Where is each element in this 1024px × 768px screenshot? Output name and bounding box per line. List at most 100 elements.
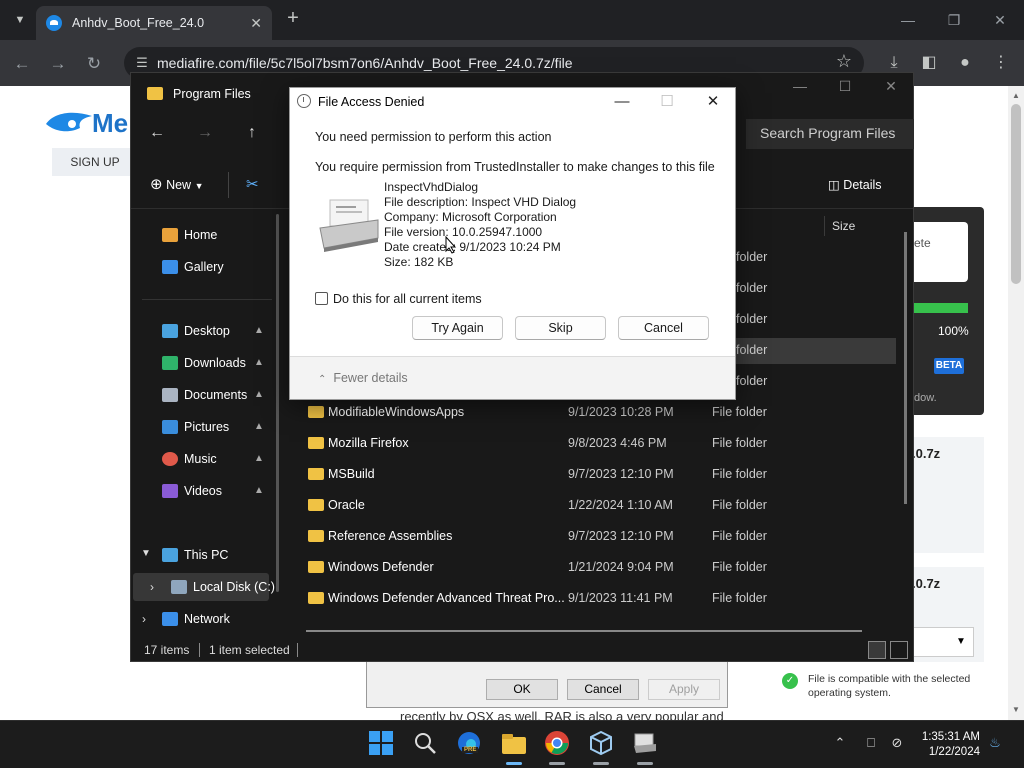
new-tab-plus-icon[interactable]: + [282, 8, 304, 30]
bookmark-star-icon[interactable]: ☆ [834, 51, 854, 73]
nav-item-gallery[interactable]: Gallery [162, 255, 224, 279]
partial-type-cell[interactable]: folder [736, 312, 767, 326]
file-row[interactable]: MSBuild 9/7/2023 12:10 PM File folder [306, 460, 896, 490]
explorer-back-icon[interactable]: ← [145, 124, 169, 144]
pin-icon[interactable]: ▲ [254, 421, 264, 432]
folder-icon [308, 561, 324, 573]
url-text[interactable]: mediafire.com/file/5c7l5ol7bsm7on6/Anhdv… [157, 55, 573, 71]
tiles-view-icon[interactable] [890, 641, 908, 659]
installer-app-icon[interactable] [632, 730, 660, 758]
site-info-icon[interactable]: ☰ [134, 55, 150, 71]
file-explorer-taskbar-icon[interactable] [500, 730, 528, 758]
nav-item-this-pc[interactable]: This PC [162, 543, 228, 567]
dialog-minimize-icon[interactable]: — [607, 92, 637, 112]
pin-icon[interactable]: ▲ [254, 389, 264, 400]
scroll-down-icon[interactable]: ▼ [1008, 702, 1024, 718]
explorer-close-icon[interactable]: ✕ [876, 76, 906, 96]
scroll-up-icon[interactable]: ▲ [1008, 88, 1024, 104]
restore-icon[interactable]: ❐ [940, 8, 968, 32]
checkbox-label[interactable]: Do this for all current items [333, 292, 482, 306]
partial-type-cell[interactable]: folder [736, 374, 767, 388]
virtualbox-icon[interactable] [588, 730, 616, 758]
explorer-forward-icon[interactable]: → [193, 124, 217, 144]
column-header-size[interactable]: Size [832, 219, 855, 233]
edge-browser-icon[interactable] [456, 730, 484, 758]
nav-pane-scrollbar[interactable] [276, 214, 279, 592]
tab-close-icon[interactable]: ✕ [250, 15, 262, 32]
signup-button[interactable]: SIGN UP [52, 148, 138, 176]
nav-item-downloads[interactable]: Downloads [162, 351, 246, 375]
file-row[interactable]: ModifiableWindowsApps 9/1/2023 10:28 PM Fi… [306, 398, 896, 428]
nav-item-pictures[interactable]: Pictures [162, 415, 229, 439]
page-scrollbar-thumb[interactable] [1011, 104, 1021, 284]
pin-icon[interactable]: ▲ [254, 485, 264, 496]
search-icon[interactable] [412, 730, 440, 758]
windows-start-icon[interactable] [368, 730, 396, 758]
file-row[interactable]: Windows Defender 1/21/2024 9:04 PM File fo… [306, 553, 896, 583]
file-description-text: File description: Inspect VHD Dialog [384, 195, 577, 209]
back-arrow-icon[interactable]: ← [10, 52, 34, 76]
try-again-button[interactable]: Try Again [412, 316, 503, 340]
file-row[interactable]: Mozilla Firefox 9/8/2023 4:46 PM File fold… [306, 429, 896, 459]
expand-chevron-right-icon[interactable]: › [142, 612, 146, 626]
new-button[interactable]: ⊕ New ▼ [150, 175, 203, 193]
file-row[interactable]: Windows Defender Advanced Threat Pro... 9… [306, 584, 896, 614]
file-row[interactable]: Oracle 1/22/2024 1:10 AM File folder [306, 491, 896, 521]
nav-item-desktop[interactable]: Desktop [162, 319, 230, 343]
download-icon[interactable]: ⤓ [883, 52, 905, 74]
dialog-maximize-icon[interactable]: ☐ [652, 92, 682, 112]
nav-item-music[interactable]: Music [162, 447, 217, 471]
system-clock[interactable]: 1:35:31 AM 1/22/2024 [890, 730, 980, 760]
partial-type-cell[interactable]: folder [736, 281, 767, 295]
props-cancel-button[interactable]: Cancel [567, 679, 639, 700]
profile-icon[interactable]: ● [954, 52, 976, 74]
pin-icon[interactable]: ▲ [254, 357, 264, 368]
explorer-search-input[interactable]: Search Program Files [746, 119, 914, 149]
file-row[interactable]: Reference Assemblies 9/7/2023 12:10 PM Fil… [306, 522, 896, 552]
expand-chevron-down-icon[interactable]: ▼ [141, 548, 151, 559]
nav-item-network[interactable]: Network [162, 607, 230, 631]
forward-arrow-icon[interactable]: → [46, 52, 70, 76]
skip-button[interactable]: Skip [515, 316, 606, 340]
cancel-button[interactable]: Cancel [618, 316, 709, 340]
edge-pre-badge: PRE [462, 747, 479, 753]
dialog-close-icon[interactable]: ✕ [698, 92, 728, 112]
close-window-icon[interactable]: ✕ [986, 8, 1014, 32]
props-apply-button[interactable]: Apply [648, 679, 720, 700]
pin-icon[interactable]: ▲ [254, 325, 264, 336]
tab-search-chevron-icon[interactable]: ▼ [8, 8, 32, 32]
network-tray-icon[interactable]: ⎕ [862, 735, 880, 753]
nav-item-local-disk[interactable]: Local Disk (C:) [171, 575, 275, 599]
scissors-icon[interactable]: ✂ [246, 175, 259, 193]
horizontal-scrollbar[interactable] [306, 630, 862, 632]
reload-icon[interactable]: ↻ [82, 52, 106, 76]
explorer-maximize-icon[interactable]: ☐ [830, 76, 860, 96]
status-selected: 1 item selected [209, 643, 290, 657]
nav-item-videos[interactable]: Videos [162, 479, 222, 503]
partial-type-cell[interactable]: folder [736, 343, 767, 357]
active-app-indicator [637, 762, 653, 765]
fewer-details-toggle[interactable]: ⌃ Fewer details [318, 371, 408, 385]
dropdown-caret-icon[interactable]: ▼ [956, 636, 966, 647]
gallery-icon [162, 260, 178, 274]
vertical-scrollbar[interactable] [904, 232, 907, 504]
partial-type-cell[interactable]: folder [736, 250, 767, 264]
props-ok-button[interactable]: OK [486, 679, 558, 700]
pin-icon[interactable]: ▲ [254, 453, 264, 464]
minimize-icon[interactable]: — [894, 8, 922, 32]
explorer-up-icon[interactable]: ↑ [240, 124, 264, 144]
tray-chevron-up-icon[interactable]: ⌃ [831, 735, 849, 753]
all-items-checkbox[interactable] [315, 292, 328, 305]
folder-icon [308, 406, 324, 418]
details-button[interactable]: ◫ Details [828, 177, 882, 192]
menu-kebab-icon[interactable]: ⋮ [990, 52, 1012, 74]
expand-chevron-right-icon[interactable]: › [150, 580, 154, 594]
nav-item-documents[interactable]: Documents [162, 383, 247, 407]
nav-item-home[interactable]: Home [162, 223, 217, 247]
details-view-icon[interactable] [868, 641, 886, 659]
side-panel-icon[interactable]: ◧ [918, 52, 940, 74]
notification-bell-icon[interactable]: ♨ [986, 735, 1004, 753]
browser-tab[interactable]: Anhdv_Boot_Free_24.0 ✕ [36, 6, 272, 40]
explorer-minimize-icon[interactable]: — [785, 76, 815, 96]
chrome-icon[interactable] [544, 730, 572, 758]
